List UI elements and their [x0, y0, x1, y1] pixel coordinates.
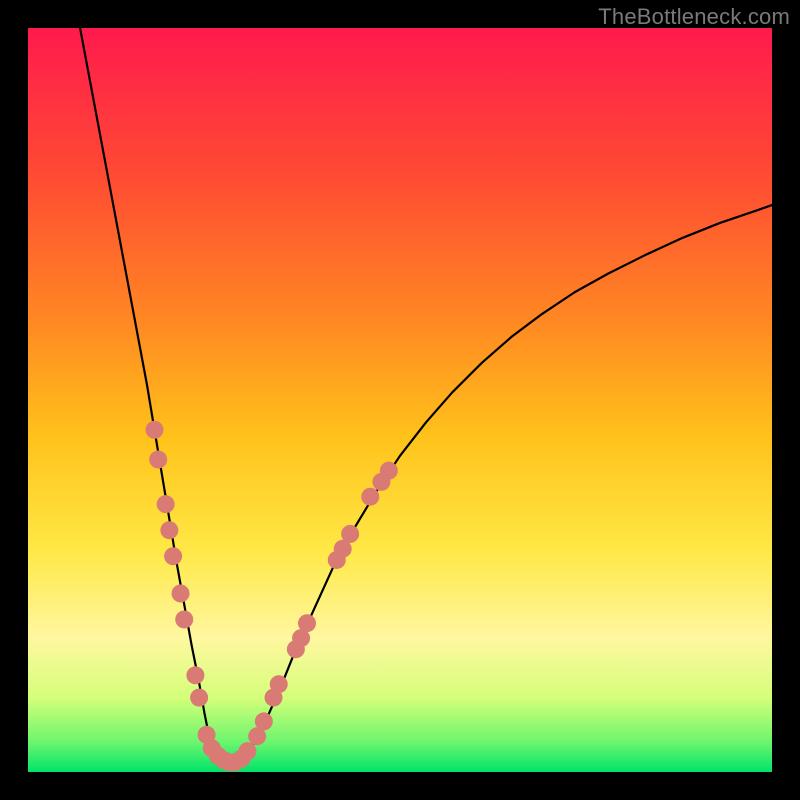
scatter-dot [157, 495, 175, 513]
scatter-dot [361, 488, 379, 506]
scatter-dot [255, 712, 273, 730]
scatter-dot [145, 421, 163, 439]
gradient-background [28, 28, 772, 772]
scatter-dot [270, 675, 288, 693]
scatter-dot [190, 689, 208, 707]
scatter-dot [341, 525, 359, 543]
watermark-text: TheBottleneck.com [598, 4, 790, 30]
scatter-dot [164, 547, 182, 565]
scatter-dot [172, 584, 190, 602]
scatter-dot [238, 742, 256, 760]
scatter-dot [298, 614, 316, 632]
chart-svg [28, 28, 772, 772]
scatter-dot [160, 521, 178, 539]
scatter-dot [175, 610, 193, 628]
scatter-dot [186, 666, 204, 684]
scatter-dot [149, 451, 167, 469]
plot-area [28, 28, 772, 772]
chart-frame: TheBottleneck.com [0, 0, 800, 800]
scatter-dot [380, 462, 398, 480]
